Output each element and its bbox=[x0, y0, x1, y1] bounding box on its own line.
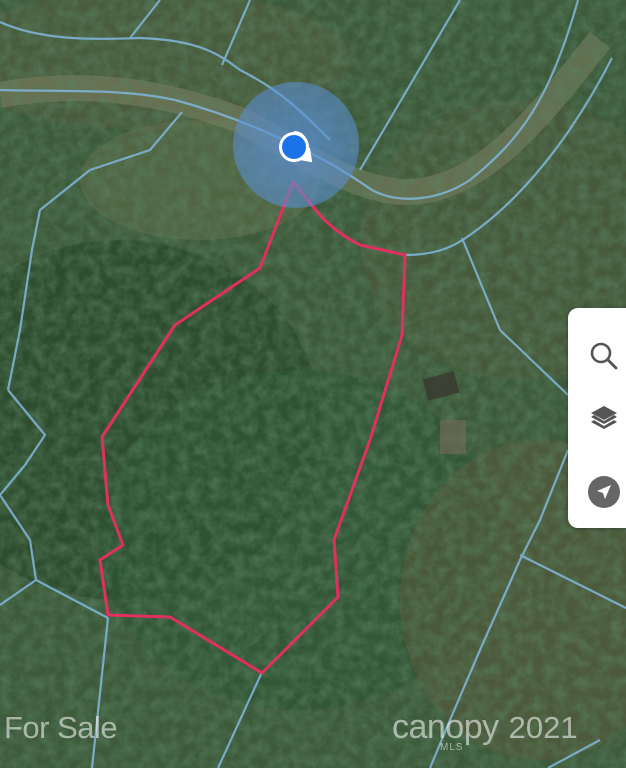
locate-button[interactable] bbox=[586, 474, 622, 510]
satellite-map[interactable] bbox=[0, 0, 626, 768]
canopy-mls-watermark: canopy 2021 MLS bbox=[392, 708, 578, 753]
brand-logo-text: canopy bbox=[392, 708, 499, 746]
search-button[interactable] bbox=[586, 338, 622, 374]
map-toolbar bbox=[568, 308, 626, 528]
brand-sub-label: MLS bbox=[440, 742, 464, 753]
layers-button[interactable] bbox=[586, 400, 622, 436]
navigation-arrow-icon bbox=[588, 476, 620, 508]
search-icon bbox=[590, 342, 618, 370]
copyright-year: 2021 bbox=[508, 710, 578, 745]
for-sale-watermark: For Sale bbox=[4, 710, 118, 745]
layers-icon bbox=[591, 406, 617, 429]
